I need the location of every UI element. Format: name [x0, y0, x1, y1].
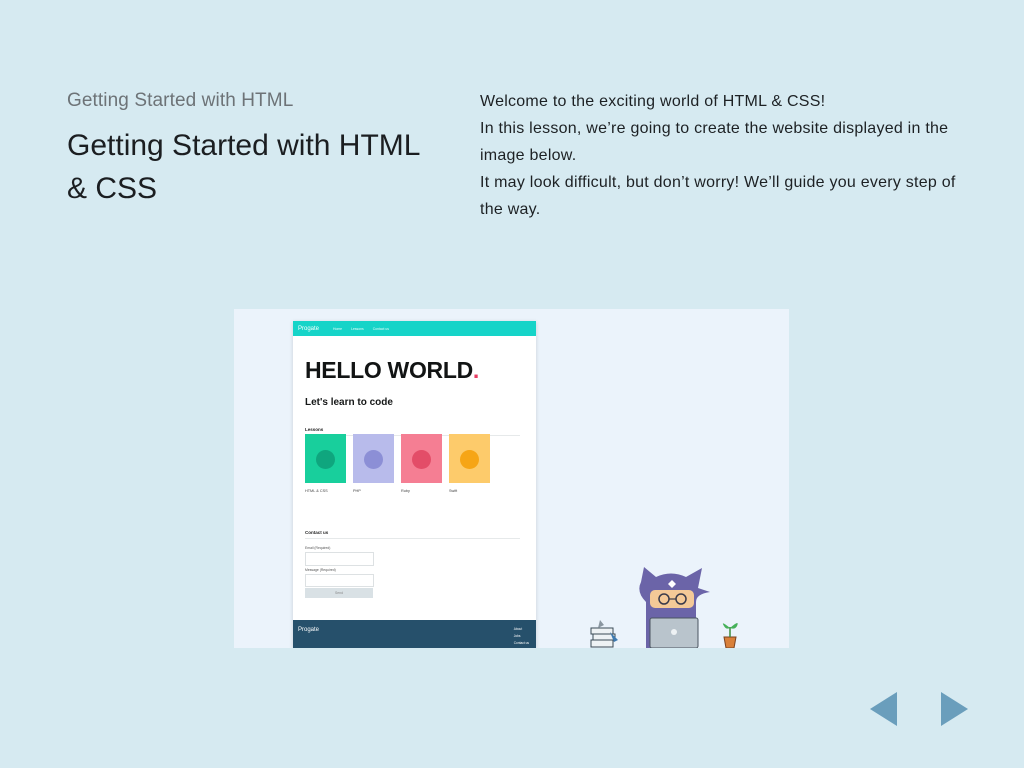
preview-page: Progate Home Lessons Contact us HELLO WO…	[293, 321, 536, 648]
slide-subtitle: Getting Started with HTML	[67, 90, 294, 111]
preview-footer: Progate About Jobs Contact us	[293, 620, 536, 648]
preview-email-label: Email (Required)	[305, 546, 331, 550]
preview-nav-item: Home	[333, 326, 343, 331]
preview-footer-link: Jobs	[513, 634, 521, 638]
prev-slide-arrow-icon[interactable]	[870, 692, 897, 726]
preview-footer-logo: Progate	[298, 627, 320, 633]
lesson-icon	[460, 450, 479, 469]
lesson-icon	[316, 450, 335, 469]
preview-lesson-card	[401, 434, 442, 483]
preview-nav-item: Contact us	[372, 326, 389, 331]
intro-line: Welcome to the exciting world of HTML & …	[480, 93, 826, 110]
lesson-icon	[412, 450, 431, 469]
preview-lesson-label: Swift	[449, 489, 458, 493]
preview-divider	[305, 538, 520, 539]
preview-hello-text: HELLO WORLD	[305, 357, 473, 383]
preview-tagline: Let's learn to code	[305, 397, 393, 408]
preview-header: Progate Home Lessons Contact us	[293, 321, 536, 336]
preview-hello-heading: HELLO WORLD.	[305, 357, 479, 384]
preview-lessons-heading: Lessons	[305, 427, 324, 432]
preview-footer-links: About Jobs Contact us	[514, 626, 529, 647]
preview-lesson-card	[305, 434, 346, 483]
preview-lesson-label: Ruby	[401, 489, 410, 493]
preview-email-field	[305, 552, 374, 566]
preview-hello-dot: .	[472, 357, 479, 383]
books-icon	[590, 620, 618, 648]
preview-lesson-card	[353, 434, 394, 483]
plant-pot-icon	[722, 622, 738, 648]
preview-footer-link: Contact us	[513, 641, 529, 645]
preview-message-label: Message (Required)	[305, 568, 336, 572]
website-preview-image: Progate Home Lessons Contact us HELLO WO…	[234, 309, 789, 648]
lesson-icon	[364, 450, 383, 469]
preview-send-button: Send	[305, 588, 373, 598]
intro-text: Welcome to the exciting world of HTML & …	[480, 88, 980, 223]
intro-line: It may look difficult, but don’t worry! …	[480, 174, 956, 218]
intro-line: In this lesson, we’re going to create th…	[480, 120, 949, 164]
preview-message-field	[305, 574, 374, 587]
preview-nav-item: Lessons	[351, 326, 364, 331]
preview-footer-link: About	[513, 627, 523, 631]
preview-lesson-label: HTML & CSS	[305, 489, 328, 493]
preview-lesson-label: PHP	[353, 489, 361, 493]
slide-title: Getting Started with HTML & CSS	[67, 129, 420, 205]
preview-lesson-card	[449, 434, 490, 483]
preview-contact-heading: Contact us	[305, 530, 329, 535]
ninja-cat-icon	[639, 567, 710, 648]
preview-logo: Progate	[298, 325, 320, 332]
ninja-mascot-illustration	[590, 567, 738, 648]
next-slide-arrow-icon[interactable]	[941, 692, 968, 726]
